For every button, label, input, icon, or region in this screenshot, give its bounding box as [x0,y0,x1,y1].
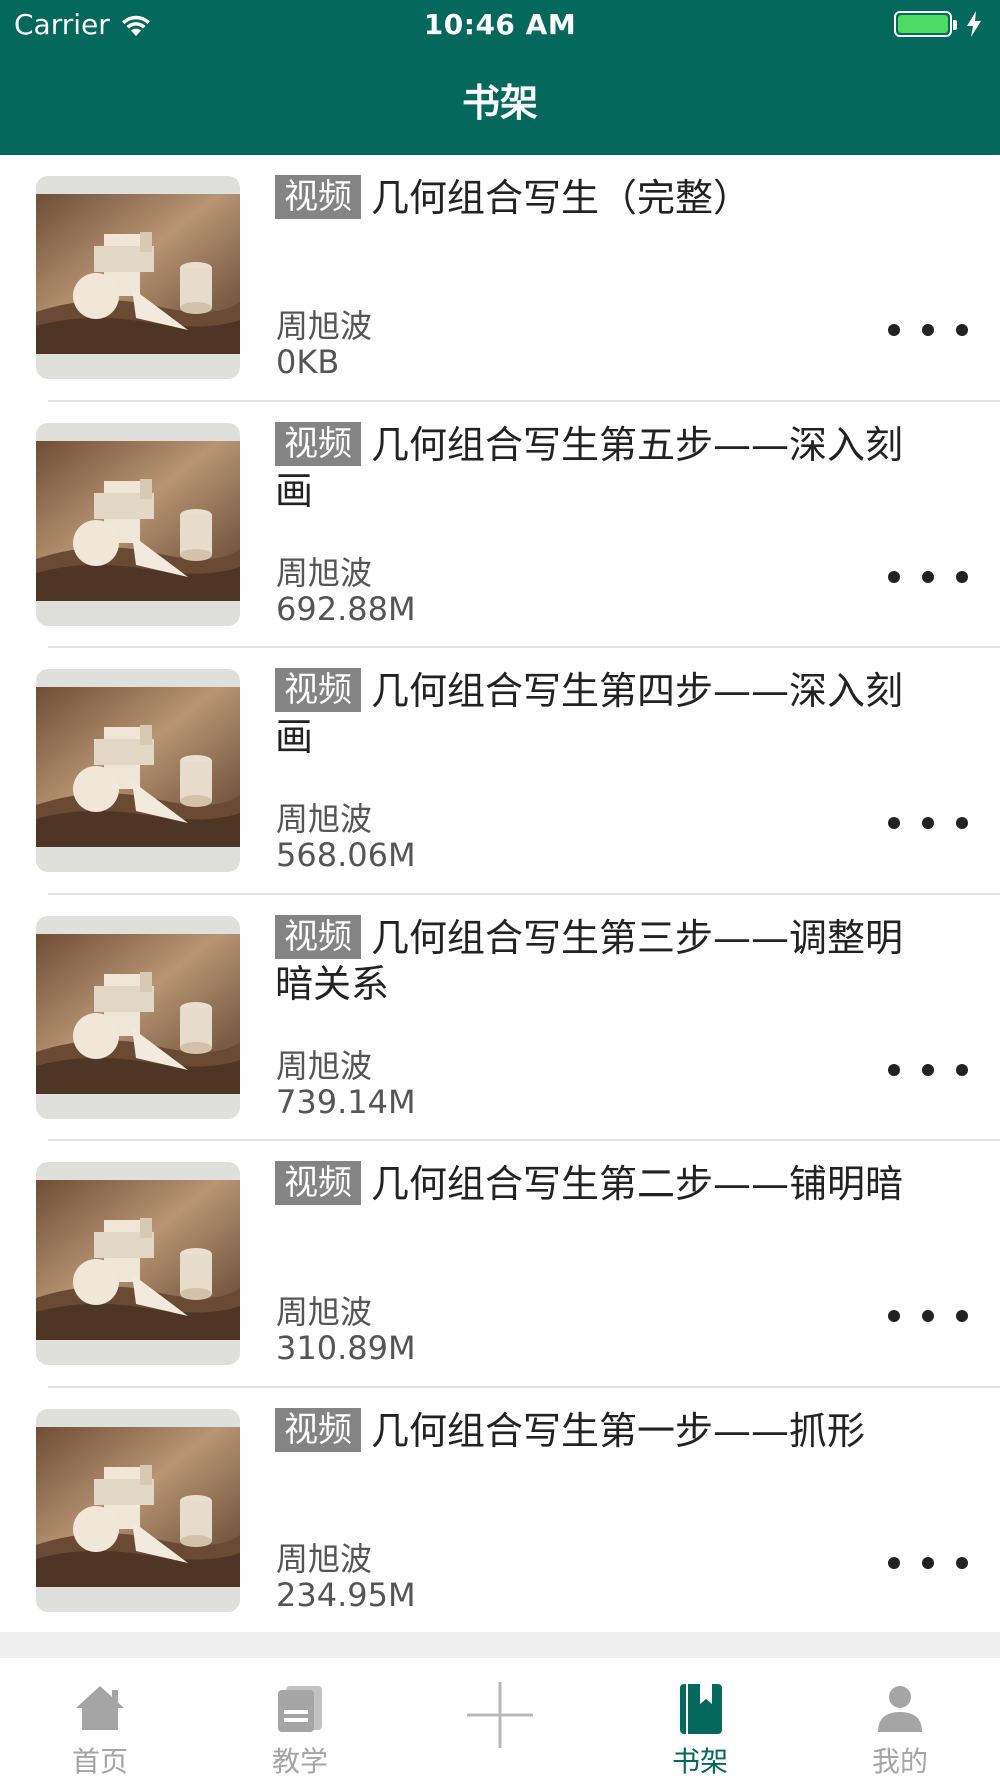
header: Carrier 10:46 AM 书架 [0,0,1000,155]
dot-icon [922,1063,934,1076]
video-thumbnail [36,1408,240,1612]
item-author: 周旭波 [276,1293,373,1331]
dot-icon [888,1310,900,1322]
plus-icon [467,1682,533,1748]
tab-profile[interactable]: 我的 [800,1658,1000,1778]
list-item[interactable]: 视频 几何组合写生第三步——调整明暗关系 周旭波 739.14M [0,895,1000,1141]
list-footer-gap [0,1632,1000,1658]
dot-icon [922,570,934,583]
tab-teaching[interactable]: 教学 [200,1658,400,1778]
video-badge: 视频 [275,421,361,466]
tab-home[interactable]: 首页 [0,1658,200,1778]
item-title: 几何组合写生第四步——深入刻画 [275,669,904,759]
video-thumbnail [36,1162,240,1365]
dot-icon [956,1063,968,1076]
video-badge: 视频 [275,175,361,219]
tab-label: 我的 [871,1745,928,1778]
more-options-button[interactable] [888,1055,968,1085]
video-thumbnail [36,422,240,626]
video-thumbnail [36,176,240,379]
dot-icon [956,324,968,336]
item-title-block: 视频 几何组合写生（完整） [275,175,935,221]
tab-add[interactable] [400,1658,600,1778]
still-life-image [36,194,240,354]
battery-icon [894,11,957,37]
item-title: 几何组合写生第五步——深入刻画 [275,422,904,513]
teaching-icon [278,1686,322,1732]
dot-icon [956,1310,968,1322]
dot-icon [956,1556,968,1569]
item-title: 几何组合写生（完整） [371,176,752,220]
item-author: 周旭波 [276,553,373,592]
item-size: 568.06M [276,836,416,874]
dot-icon [888,570,900,583]
clock: 10:46 AM [423,8,577,41]
item-size: 739.14M [276,1082,416,1121]
item-title-block: 视频 几何组合写生第五步——深入刻画 [275,421,935,514]
video-thumbnail [36,915,240,1119]
battery-fill [898,15,948,33]
dot-icon [956,570,968,583]
video-badge: 视频 [275,668,361,712]
tab-label: 书架 [671,1745,728,1778]
video-badge: 视频 [275,1407,361,1452]
bookshelf-icon [680,1684,722,1734]
video-badge: 视频 [275,1161,361,1205]
dot-icon [888,324,900,336]
item-title: 几何组合写生第二步——铺明暗 [371,1162,904,1206]
page-title: 书架 [461,81,538,125]
more-options-button[interactable] [888,1548,968,1578]
more-options-button[interactable] [888,808,968,838]
list-item[interactable]: 视频 几何组合写生（完整） 周旭波 0KB [0,155,1000,402]
book-list: 视频 几何组合写生（完整） 周旭波 0KB 视频 几何组合写生第五步——深入刻画… [0,155,1000,1634]
more-options-button[interactable] [888,315,968,345]
dot-icon [922,1310,934,1322]
video-thumbnail [36,669,240,872]
item-title-block: 视频 几何组合写生第三步——调整明暗关系 [275,914,935,1007]
dot-icon [922,1556,934,1569]
still-life-image [36,687,240,847]
still-life-image [36,933,240,1094]
item-title: 几何组合写生第一步——抓形 [371,1408,866,1453]
still-life-image [36,1426,240,1587]
item-size: 0KB [276,343,340,381]
item-title-block: 视频 几何组合写生第二步——铺明暗 [275,1161,935,1207]
still-life-image [36,440,240,601]
list-item[interactable]: 视频 几何组合写生第二步——铺明暗 周旭波 310.89M [0,1141,1000,1388]
item-author: 周旭波 [276,1046,373,1085]
list-item[interactable]: 视频 几何组合写生第五步——深入刻画 周旭波 692.88M [0,402,1000,648]
dot-icon [888,1063,900,1076]
item-author: 周旭波 [276,800,373,838]
item-author: 周旭波 [276,307,373,345]
list-item[interactable]: 视频 几何组合写生第一步——抓形 周旭波 234.95M [0,1388,1000,1635]
video-badge: 视频 [275,914,361,959]
bookshelf-screen: Carrier 10:46 AM 书架 视频 几何组合写生（完整） 周旭波 0K… [0,0,1000,1778]
tab-label: 教学 [271,1745,328,1778]
home-icon [76,1686,124,1730]
dot-icon [922,817,934,829]
item-author: 周旭波 [276,1539,373,1578]
tab-label: 首页 [71,1745,128,1778]
dot-icon [888,1556,900,1569]
still-life-image [36,1180,240,1340]
item-size: 310.89M [276,1329,416,1367]
tab-bookshelf[interactable]: 书架 [600,1658,800,1778]
dot-icon [888,817,900,829]
charging-bolt-icon [967,11,981,37]
more-options-button[interactable] [888,562,968,592]
list-item[interactable]: 视频 几何组合写生第四步——深入刻画 周旭波 568.06M [0,648,1000,895]
battery-tip [953,20,957,30]
item-size: 692.88M [276,589,416,628]
battery-indicator [894,10,984,38]
tab-bar: 首页 教学 书架 我的 [0,1658,1000,1778]
dot-icon [956,817,968,829]
item-title-block: 视频 几何组合写生第四步——深入刻画 [275,668,935,760]
dot-icon [922,324,934,336]
item-title: 几何组合写生第三步——调整明暗关系 [275,915,904,1006]
status-bar: Carrier 10:46 AM [0,0,1000,50]
more-options-button[interactable] [888,1301,968,1331]
item-size: 234.95M [276,1575,416,1614]
item-title-block: 视频 几何组合写生第一步——抓形 [275,1407,935,1454]
profile-icon [878,1686,922,1732]
